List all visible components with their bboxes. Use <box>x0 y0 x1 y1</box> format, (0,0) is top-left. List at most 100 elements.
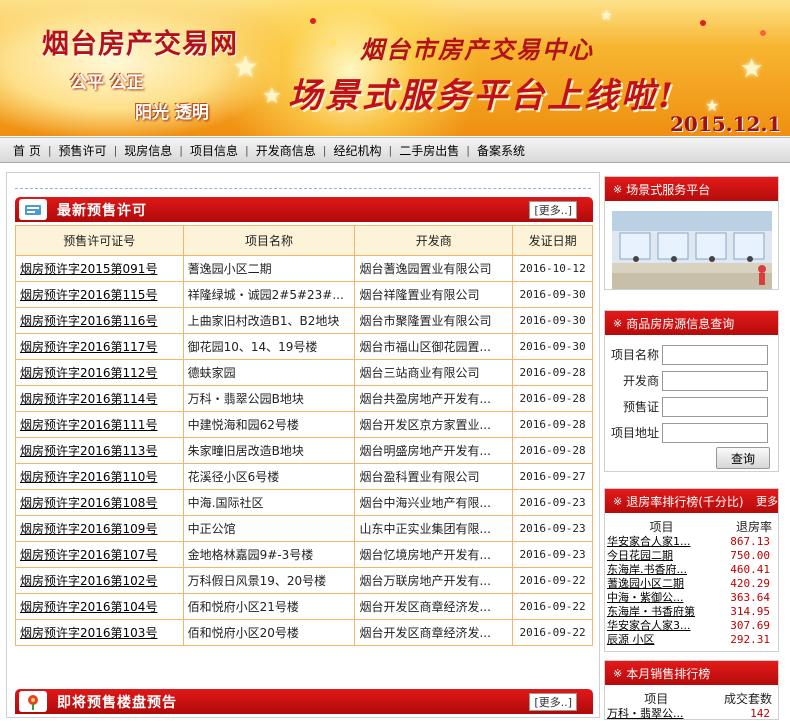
divider <box>15 188 591 189</box>
rank-project-link[interactable]: 今日花园二期 <box>605 549 718 563</box>
developer-cell: 烟台明盛房地产开发有... <box>354 437 514 464</box>
permit-number-link[interactable]: 烟房预许字2016第108号 <box>15 489 184 516</box>
developer-cell: 烟台中海兴业地产有限... <box>354 489 514 516</box>
permit-number-link[interactable]: 烟房预许字2016第104号 <box>15 593 184 620</box>
nav-brokerage[interactable]: 经纪机构 <box>326 142 388 159</box>
developer-cell: 烟台忆境房地产开发有... <box>354 541 514 568</box>
table-row: 烟房预许字2016第108号 中海.国际社区 烟台中海兴业地产有限... 2016-0… <box>15 489 593 516</box>
bullet-icon: ※ <box>613 666 623 680</box>
permit-number-link[interactable]: 烟房预许字2016第116号 <box>15 307 184 334</box>
upcoming-more-link[interactable]: [更多..] <box>529 693 577 711</box>
rank-project-link[interactable]: 东海岸.书香府... <box>605 563 718 577</box>
table-row: 烟房预许字2016第113号 朱家疃旧居改造B地块 烟台明盛房地产开发有... 201… <box>15 437 593 464</box>
project-name-cell: 上曲家旧村改造B1、B2地块 <box>182 307 356 334</box>
refund-rank-table: 项目 退房率 华安家合人家1... 867.13 今日花园二期 750.00 东海岸.书… <box>605 518 778 647</box>
project-name-input[interactable] <box>662 344 768 365</box>
permit-number-link[interactable]: 烟房预许字2016第107号 <box>15 541 184 568</box>
deal-count-value: 142 <box>750 707 770 720</box>
permit-input[interactable] <box>662 396 768 417</box>
permit-number-link[interactable]: 烟房预许字2016第117号 <box>15 333 184 360</box>
list-item: 今日花园二期 750.00 <box>605 549 778 563</box>
developer-input[interactable] <box>662 370 768 391</box>
monthly-sales-title: 本月销售排行榜 <box>626 666 711 681</box>
project-name-cell: 佰和悦府小区20号楼 <box>182 619 356 646</box>
query-button[interactable]: 查询 <box>716 447 770 469</box>
permit-number-link[interactable]: 烟房预许字2015第091号 <box>15 255 184 282</box>
service-hall-image[interactable] <box>612 211 772 289</box>
rank-project-link[interactable]: 中海・紫御公... <box>605 591 718 605</box>
bullet-icon: ※ <box>613 494 623 508</box>
permit-number-link[interactable]: 烟房预许字2016第102号 <box>15 567 184 594</box>
field-developer: 开发商 <box>605 370 778 391</box>
rank-project-link[interactable]: 华安家合人家1... <box>605 535 718 549</box>
scene-service-box: ※ 场景式服务平台 <box>604 176 779 290</box>
col-header-refund-rate: 退房率 <box>735 520 772 534</box>
refund-rate-value: 307.69 <box>730 619 770 632</box>
list-item: 蓍逸园小区二期 420.29 <box>605 577 778 591</box>
issue-date-cell: 2016-10-12 <box>512 255 593 282</box>
issue-date-cell: 2016-09-28 <box>512 437 593 464</box>
table-row: 烟房预许字2016第116号 上曲家旧村改造B1、B2地块 烟台市聚隆置业有限公司 2… <box>15 307 593 334</box>
rank-project-link[interactable]: 辰源 小区 <box>605 633 718 647</box>
table-row: 烟房预许字2016第111号 中建悦海和园62号楼 烟台开发区京方家置业... 201… <box>15 411 593 438</box>
scene-service-header: ※ 场景式服务平台 <box>605 177 778 201</box>
rank-project-link[interactable]: 华安家合人家3... <box>605 619 718 633</box>
nav-presale-permit[interactable]: 预售许可 <box>52 142 114 159</box>
permits-more-link[interactable]: [更多..] <box>529 201 577 219</box>
permit-number-link[interactable]: 烟房预许字2016第110号 <box>15 463 184 490</box>
project-name-cell: 朱家疃旧居改造B地块 <box>182 437 356 464</box>
list-item: 华安家合人家1... 867.13 <box>605 535 778 549</box>
monthly-sales-header: ※ 本月销售排行榜 <box>605 661 778 685</box>
nav-filing-system[interactable]: 备案系统 <box>470 142 532 159</box>
table-row: 烟房预许字2016第103号 佰和悦府小区20号楼 烟台开发区商章经济发... 201… <box>15 619 593 646</box>
permit-number-link[interactable]: 烟房预许字2016第111号 <box>15 411 184 438</box>
field-project-name: 项目名称 <box>605 344 778 365</box>
upcoming-title: 即将预售楼盘预告 <box>57 694 177 711</box>
nav-existing-housing[interactable]: 现房信息 <box>117 142 179 159</box>
developer-cell: 烟台蓍逸园置业有限公司 <box>354 255 514 282</box>
refund-rank-title: 退房率排行榜(千分比) <box>626 494 744 509</box>
issue-date-cell: 2016-09-22 <box>512 567 593 594</box>
permit-number-link[interactable]: 烟房预许字2016第114号 <box>15 385 184 412</box>
issue-date-cell: 2016-09-22 <box>512 619 593 646</box>
monthly-sales-table: 项目 成交套数 万科・翡翠公... 142 <box>605 690 778 721</box>
developer-cell: 山东中正实业集团有限... <box>354 515 514 542</box>
refund-rate-value: 363.64 <box>730 591 770 604</box>
permit-number-link[interactable]: 烟房预许字2016第113号 <box>15 437 184 464</box>
permit-number-link[interactable]: 烟房预许字2016第103号 <box>15 619 184 646</box>
main-nav: 首 页 | 预售许可 | 现房信息 | 项目信息 | 开发商信息 | 经纪机构 | 二手房出… <box>0 137 790 163</box>
rank-project-link[interactable]: 东海岸・书香府第 <box>605 605 718 619</box>
bullet-icon: ※ <box>613 182 623 196</box>
address-input[interactable] <box>662 422 768 443</box>
refund-rate-value: 460.41 <box>730 563 770 576</box>
project-name-label: 项目名称 <box>610 348 659 362</box>
permit-number-link[interactable]: 烟房预许字2016第109号 <box>15 515 184 542</box>
nav-project-info[interactable]: 项目信息 <box>183 142 245 159</box>
refund-rate-value: 314.95 <box>730 605 770 618</box>
flower-icon <box>19 691 47 712</box>
rank-project-link[interactable]: 蓍逸园小区二期 <box>605 577 718 591</box>
table-row: 烟房预许字2016第115号 祥隆绿城・诚园2#5#23#... 烟台祥隆置业有限公… <box>15 281 593 308</box>
refund-rank-box: ※ 退房率排行榜(千分比) 更多 项目 退房率 华安家合人家1... 867.13… <box>604 488 779 652</box>
permit-number-link[interactable]: 烟房预许字2016第112号 <box>15 359 184 386</box>
nav-secondhand-sale[interactable]: 二手房出售 <box>392 142 466 159</box>
refund-rate-value: 292.31 <box>730 633 770 646</box>
issue-date-cell: 2016-09-27 <box>512 463 593 490</box>
col-header-date: 发证日期 <box>512 225 593 256</box>
bullet-icon: ※ <box>613 316 623 330</box>
refund-rank-more-link[interactable]: 更多 <box>756 493 778 509</box>
permits-header: 最新预售许可 [更多..] <box>15 197 593 222</box>
list-item: 华安家合人家3... 307.69 <box>605 619 778 633</box>
permit-number-link[interactable]: 烟房预许字2016第115号 <box>15 281 184 308</box>
nav-developer-info[interactable]: 开发商信息 <box>249 142 323 159</box>
rank-project-link[interactable]: 万科・翡翠公... <box>605 707 707 721</box>
field-permit: 预售证 <box>605 396 778 417</box>
address-label: 项目地址 <box>610 426 659 440</box>
developer-cell: 烟台开发区商章经济发... <box>354 593 514 620</box>
nav-home[interactable]: 首 页 <box>6 142 48 159</box>
housing-search-box: ※ 商品房房源信息查询 项目名称 开发商 预售证 项目地址 查询 <box>604 310 779 472</box>
monthly-sales-box: ※ 本月销售排行榜 项目 成交套数 万科・翡翠公... 142 <box>604 660 779 720</box>
issue-date-cell: 2016-09-30 <box>512 307 593 334</box>
developer-cell: 烟台市聚隆置业有限公司 <box>354 307 514 334</box>
project-name-cell: 中建悦海和园62号楼 <box>182 411 356 438</box>
